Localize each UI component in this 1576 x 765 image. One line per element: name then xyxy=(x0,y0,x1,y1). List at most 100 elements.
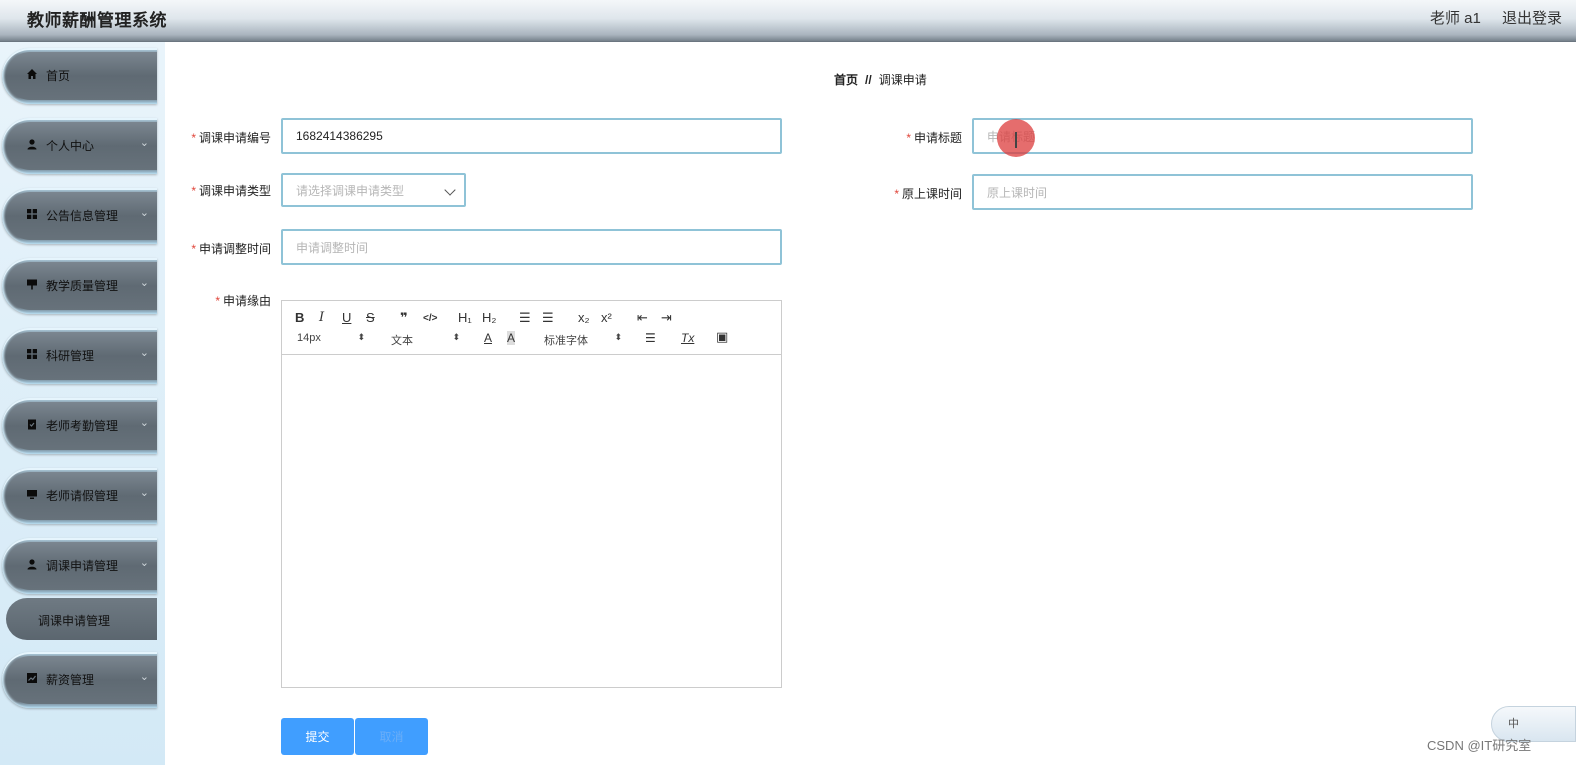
updown-icon: ⬍ xyxy=(452,332,460,342)
chevron-down-icon: ⌄ xyxy=(139,417,149,429)
sidebar-item-label: 科研管理 xyxy=(46,349,95,363)
form-label-original-time: * 原上课时间 xyxy=(894,187,962,201)
breadcrumb-separator: // xyxy=(865,73,872,87)
chevron-down-icon: ⌄ xyxy=(139,557,149,569)
user-icon xyxy=(26,558,38,572)
sidebar: 首页 个人中心 ⌄ 公告信息管理 ⌄ 教学质量管理 ⌄ 科研管理 ⌄ 老师考勤管… xyxy=(0,42,165,765)
reason-editor: B I U S ❞ </> H₁ H₂ ☰ ☰ x₂ x² ⇤ ⇥ 14px ⬍ … xyxy=(281,300,782,688)
chevron-down-icon: ⌄ xyxy=(139,347,149,359)
type-select-placeholder: 请选择调课申请类型 xyxy=(296,183,405,198)
chevron-down-icon: ⌄ xyxy=(139,671,149,683)
app-title: 教师薪酬管理系统 xyxy=(27,11,167,30)
align-button[interactable]: ☰ xyxy=(645,331,656,345)
sidebar-item-profile[interactable]: 个人中心 ⌄ xyxy=(2,118,157,174)
required-mark: * xyxy=(191,242,196,256)
editor-toolbar: B I U S ❞ </> H₁ H₂ ☰ ☰ x₂ x² ⇤ ⇥ 14px ⬍ … xyxy=(282,301,781,355)
submenu-item-label: 调课申请管理 xyxy=(38,614,111,628)
italic-button[interactable]: I xyxy=(319,311,324,325)
breadcrumb-current: 调课申请 xyxy=(878,73,927,87)
superscript-button[interactable]: x² xyxy=(601,311,612,325)
breadcrumb: 首页 // 调课申请 xyxy=(834,71,927,88)
required-mark: * xyxy=(906,131,911,145)
home-icon xyxy=(26,68,38,82)
submenu-item-course-adjust[interactable]: 调课申请管理 xyxy=(6,598,157,640)
sidebar-item-notices[interactable]: 公告信息管理 ⌄ xyxy=(2,188,157,244)
required-mark: * xyxy=(191,184,196,198)
sidebar-item-label: 教学质量管理 xyxy=(46,279,119,293)
sidebar-item-label: 老师考勤管理 xyxy=(46,419,119,433)
updown-icon: ⬍ xyxy=(614,332,622,342)
sidebar-item-label: 首页 xyxy=(46,69,71,83)
chart-icon xyxy=(26,672,38,686)
top-header: 教师薪酬管理系统 老师 a1 退出登录 xyxy=(0,0,1576,42)
required-mark: * xyxy=(191,131,196,145)
sidebar-item-label: 个人中心 xyxy=(46,139,95,153)
grid-icon xyxy=(26,348,38,362)
sidebar-item-course-adjust[interactable]: 调课申请管理 ⌄ xyxy=(2,538,157,594)
chevron-down-icon: ⌄ xyxy=(139,207,149,219)
indent-button[interactable]: ⇥ xyxy=(661,311,672,325)
form-label-title: * 申请标题 xyxy=(906,131,962,145)
submit-button[interactable]: 提交 xyxy=(281,718,354,755)
form-label-number: * 调课申请编号 xyxy=(191,131,271,145)
form-label-reason: * 申请缘由 xyxy=(215,294,271,308)
breadcrumb-home[interactable]: 首页 xyxy=(834,73,858,87)
monitor-icon xyxy=(26,488,38,502)
clipboard-icon xyxy=(26,418,38,432)
updown-icon: ⬍ xyxy=(357,332,365,342)
logout-link[interactable]: 退出登录 xyxy=(1502,7,1562,28)
chevron-down-icon: ⌄ xyxy=(139,487,149,499)
h2-button[interactable]: H₂ xyxy=(482,311,496,325)
code-button[interactable]: </> xyxy=(423,312,437,326)
adjust-time-placeholder: 申请调整时间 xyxy=(296,240,369,255)
font-size-select[interactable]: 14px ⬍ xyxy=(297,332,365,346)
original-time-placeholder: 原上课时间 xyxy=(987,185,1048,200)
current-user: 老师 a1 xyxy=(1430,10,1481,27)
ime-label: 中 xyxy=(1508,718,1519,730)
clean-format-button[interactable]: Tx xyxy=(681,331,694,345)
original-time-field[interactable]: 原上课时间 xyxy=(972,174,1473,210)
cancel-button[interactable]: 取消 xyxy=(355,718,428,755)
sidebar-item-home[interactable]: 首页 xyxy=(2,48,157,104)
user-icon xyxy=(26,138,38,152)
underline-button[interactable]: U xyxy=(342,311,351,325)
strike-button[interactable]: S xyxy=(366,311,375,325)
required-mark: * xyxy=(215,294,220,308)
text-cursor-icon xyxy=(1015,132,1017,148)
ordered-list-button[interactable]: ☰ xyxy=(519,311,531,325)
quote-button[interactable]: ❞ xyxy=(400,311,408,325)
header-select[interactable]: 文本 ⬍ xyxy=(391,332,460,347)
font-family-select[interactable]: 标准字体 ⬍ xyxy=(544,332,622,347)
sidebar-item-salary[interactable]: 薪资管理 ⌄ xyxy=(2,652,157,708)
outdent-button[interactable]: ⇤ xyxy=(637,311,648,325)
image-button[interactable]: ▣ xyxy=(716,330,728,344)
sidebar-item-teaching-quality[interactable]: 教学质量管理 ⌄ xyxy=(2,258,157,314)
sidebar-item-leave[interactable]: 老师请假管理 ⌄ xyxy=(2,468,157,524)
form-label-type: * 调课申请类型 xyxy=(191,184,271,198)
font-color-button[interactable]: A xyxy=(484,331,492,345)
chevron-down-icon: ⌄ xyxy=(139,277,149,289)
number-field[interactable]: 1682414386295 xyxy=(281,118,782,154)
sidebar-item-label: 公告信息管理 xyxy=(46,209,119,223)
watermark: CSDN @IT研究室 xyxy=(1427,738,1532,753)
editor-content-area[interactable] xyxy=(282,356,781,687)
form-label-adjust-time: * 申请调整时间 xyxy=(191,242,271,256)
sidebar-item-label: 调课申请管理 xyxy=(46,559,119,573)
sidebar-item-research[interactable]: 科研管理 ⌄ xyxy=(2,328,157,384)
sidebar-item-label: 老师请假管理 xyxy=(46,489,119,503)
h1-button[interactable]: H₁ xyxy=(458,311,472,325)
sidebar-item-label: 薪资管理 xyxy=(46,673,95,687)
subscript-button[interactable]: x₂ xyxy=(578,311,590,325)
chevron-down-icon: ⌄ xyxy=(139,137,149,149)
adjust-time-field[interactable]: 申请调整时间 xyxy=(281,229,782,265)
background-color-button[interactable]: A xyxy=(507,331,516,345)
grid-icon xyxy=(26,208,38,222)
board-icon xyxy=(26,278,38,292)
type-select[interactable]: 请选择调课申请类型 xyxy=(281,173,466,207)
bold-button[interactable]: B xyxy=(295,311,304,325)
number-field-value: 1682414386295 xyxy=(296,129,383,143)
bullet-list-button[interactable]: ☰ xyxy=(542,311,554,325)
sidebar-item-attendance[interactable]: 老师考勤管理 ⌄ xyxy=(2,398,157,454)
title-field[interactable]: 申请标题 xyxy=(972,118,1473,154)
chevron-down-icon xyxy=(444,184,456,196)
